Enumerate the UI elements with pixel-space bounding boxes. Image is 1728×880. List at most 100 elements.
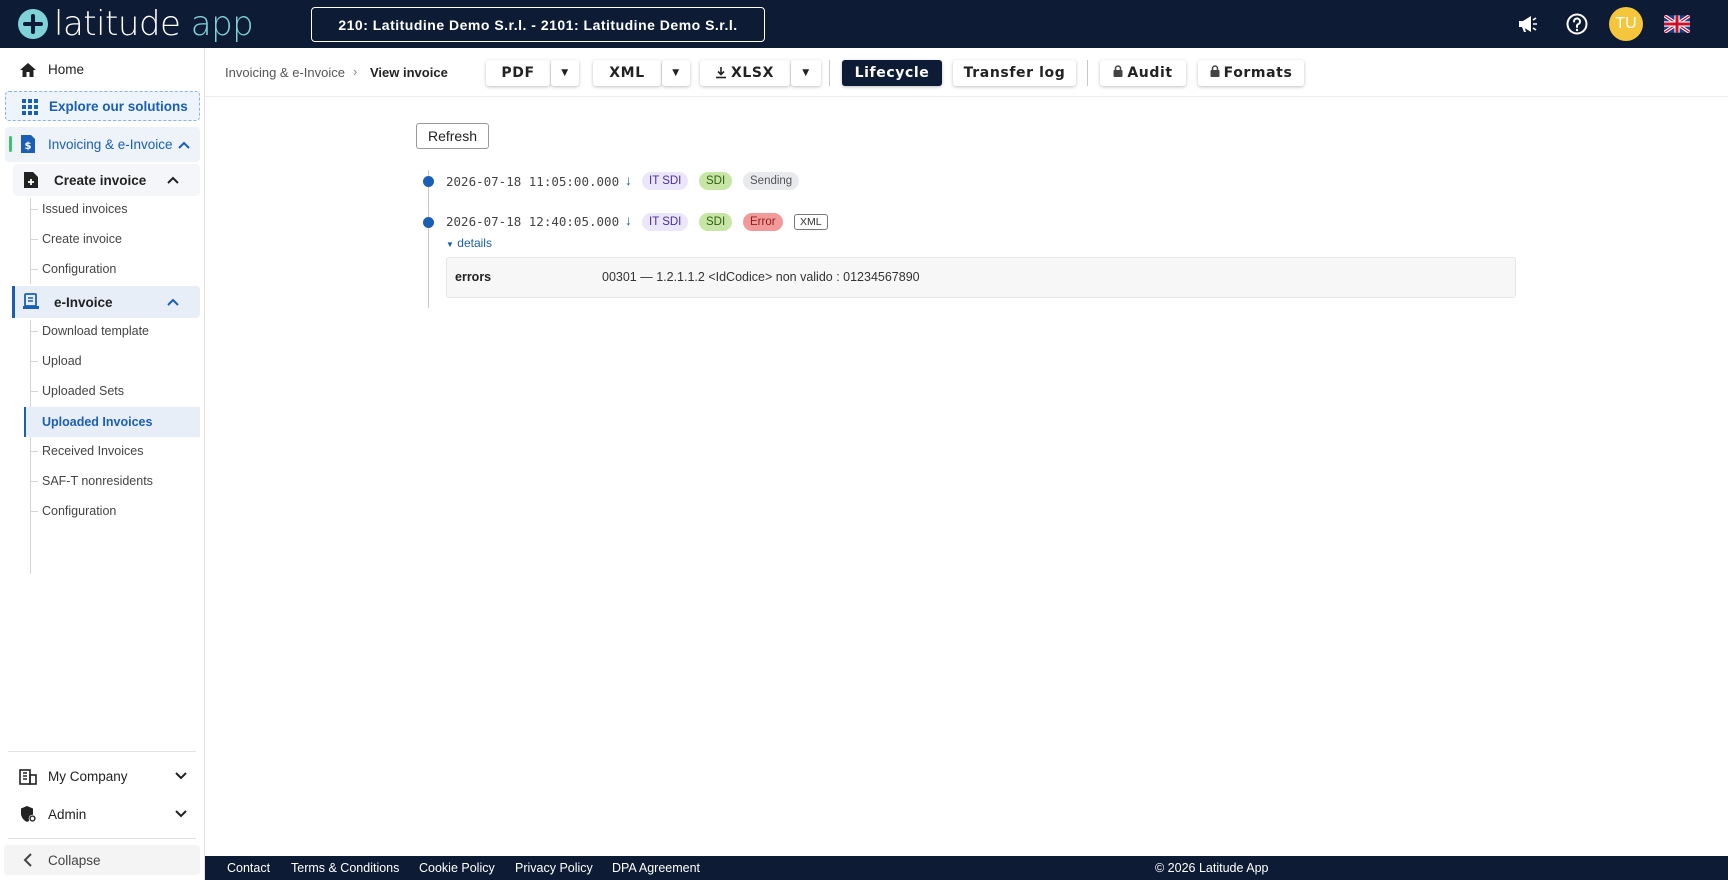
tree-tick [30,391,38,392]
sidebar-group-label: Create invoice [54,173,147,188]
tree-tick [30,451,38,452]
sidebar-item-label: Uploaded Invoices [42,415,153,429]
refresh-button[interactable]: Refresh [416,123,489,149]
sidebar-item-uploaded-invoices[interactable]: Uploaded Invoices [24,407,200,437]
sidebar-item-label: My Company [48,769,128,784]
system-badge: SDI [699,213,733,231]
sidebar: Home Explore our solutions $ Invoicing &… [0,48,205,880]
logo-text-part1: latitude [54,4,181,44]
transfer-log-tab[interactable]: Transfer log [953,60,1076,86]
grid-icon [20,97,40,117]
breadcrumb-parent[interactable]: Invoicing & e-Invoice [225,65,345,80]
help-icon[interactable] [1562,9,1592,39]
sidebar-item-label: Download template [42,324,150,338]
tree-tick [30,209,38,210]
sidebar-item-my-company[interactable]: My Company [0,761,204,791]
footer-link-cookie[interactable]: Cookie Policy [419,861,495,875]
copyright: © 2026 Latitude App [1155,861,1269,875]
tree-tick [30,511,38,512]
pdf-button[interactable]: PDF [486,60,550,86]
channel-badge: IT SDI [642,213,689,231]
sidebar-group-e-invoice[interactable]: e-Invoice [12,286,200,318]
sidebar-group-create-invoice[interactable]: Create invoice [13,164,200,196]
event-timestamp: 2026-07-18 11:05:00.000 [446,174,620,189]
sidebar-item-invoicing[interactable]: $ Invoicing & e-Invoice [5,127,200,162]
invoice-icon: $ [18,134,38,154]
sidebar-item-label: SAF-T nonresidents [42,474,153,488]
toolbar-separator [1087,60,1088,86]
page-toolbar: Invoicing & e-Invoice › View invoice PDF… [205,48,1728,97]
formats-tab[interactable]: Formats [1198,60,1304,86]
sidebar-divider [8,751,196,752]
top-bar: latitude app 210: Latitudine Demo S.r.l.… [0,0,1728,48]
footer-link-dpa[interactable]: DPA Agreement [612,861,700,875]
tree-tick [30,239,38,240]
details-toggle-label: details [457,236,492,250]
timeline-dot [423,176,434,187]
chevron-down-icon [174,807,188,821]
sidebar-group-label: e-Invoice [54,295,113,310]
collapse-label: Collapse [48,853,101,868]
sidebar-item-label: Configuration [42,262,117,276]
sidebar-item-einvoice-configuration[interactable]: Configuration [30,498,200,524]
active-marker [12,286,15,318]
direction-down-icon: ↓ [625,212,632,228]
status-badge: Error [743,213,783,231]
sidebar-item-label: Received Invoices [42,444,144,458]
sidebar-item-configuration[interactable]: Configuration [30,256,200,282]
chevron-left-icon [18,850,38,870]
sidebar-item-download-template[interactable]: Download template [30,318,200,344]
logo-text: latitude app [54,4,254,44]
timeline-dot [423,217,434,228]
chevron-up-icon [166,295,180,309]
home-icon [18,60,38,80]
company-selector[interactable]: 210: Latitudine Demo S.r.l. - 2101: Lati… [311,7,765,42]
sidebar-item-label: Issued invoices [42,202,128,216]
xml-dropdown-button[interactable]: ▼ [662,60,690,86]
sidebar-item-upload[interactable]: Upload [30,348,200,374]
lifecycle-tab[interactable]: Lifecycle [842,60,942,86]
e-invoice-icon [21,292,41,312]
collapse-button[interactable]: Collapse [4,845,200,875]
error-value: 00301 — 1.2.1.1.2 <IdCodice> non valido … [602,270,920,284]
sidebar-item-explore[interactable]: Explore our solutions [5,91,200,121]
logo-text-part2: app [190,4,254,44]
uk-flag-icon[interactable] [1662,9,1692,39]
sidebar-item-create-invoice[interactable]: Create invoice [30,226,200,252]
pdf-dropdown-button[interactable]: ▼ [551,60,579,86]
sidebar-item-uploaded-sets[interactable]: Uploaded Sets [30,378,200,404]
toolbar-separator [829,60,830,86]
chevron-down-icon [174,769,188,783]
status-badge: Sending [743,172,800,190]
app-logo[interactable]: latitude app [18,4,254,44]
xlsx-dropdown-button[interactable]: ▼ [791,60,821,86]
footer-link-contact[interactable]: Contact [227,861,270,875]
lock-icon [1113,65,1123,81]
xlsx-button[interactable]: XLSX [700,60,790,86]
timeline-line [428,170,429,308]
shield-user-icon [18,804,38,824]
details-toggle[interactable]: ▼ details [446,236,492,250]
user-avatar[interactable]: TU [1609,7,1643,41]
tree-tick [30,481,38,482]
sidebar-item-label: Create invoice [42,232,122,246]
lock-icon [1210,65,1220,81]
sidebar-item-home[interactable]: Home [0,58,204,82]
megaphone-icon[interactable] [1513,9,1543,39]
footer-link-privacy[interactable]: Privacy Policy [515,861,593,875]
footer-link-terms[interactable]: Terms & Conditions [291,861,399,875]
xml-attachment-button[interactable]: XML [794,214,828,230]
building-icon [18,766,38,786]
svg-text:$: $ [25,141,32,152]
caret-down-icon: ▼ [446,240,454,249]
sidebar-item-issued-invoices[interactable]: Issued invoices [30,196,200,222]
system-badge: SDI [699,172,733,190]
chevron-up-icon [166,173,180,187]
error-key: errors [455,270,492,284]
audit-tab[interactable]: Audit [1100,60,1186,86]
sidebar-item-admin[interactable]: Admin [0,799,204,829]
logo-icon [18,9,48,39]
sidebar-item-received-invoices[interactable]: Received Invoices [30,438,200,464]
sidebar-item-saf-t[interactable]: SAF-T nonresidents [30,468,200,494]
xml-button[interactable]: XML [593,60,661,86]
